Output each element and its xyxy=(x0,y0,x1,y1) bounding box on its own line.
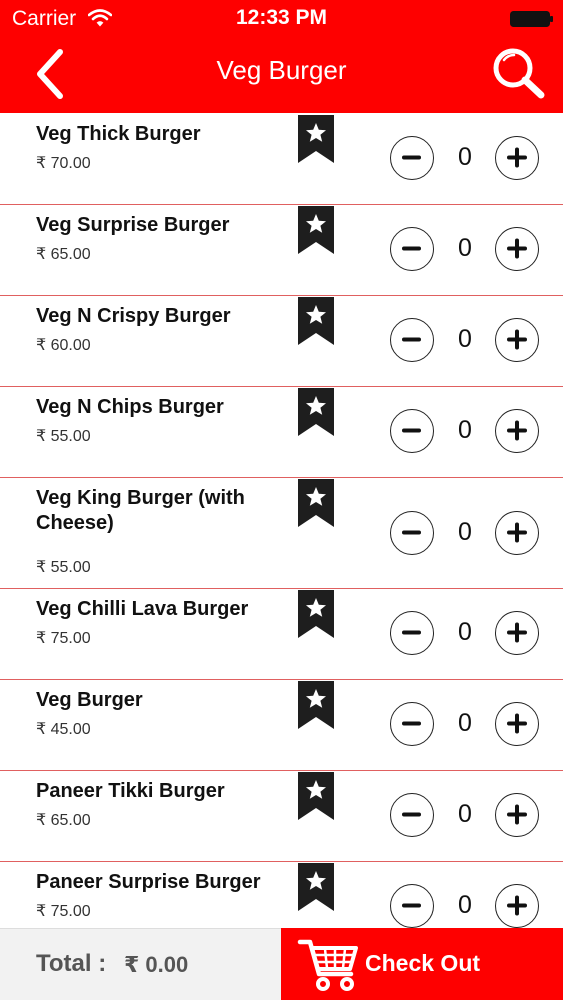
bottom-bar: Total : ₹ 0.00 Check Out xyxy=(0,928,563,1000)
list-item: Veg Chilli Lava Burger ₹ 75.00 0 xyxy=(0,588,563,680)
item-price: ₹ 45.00 xyxy=(36,721,91,738)
minus-icon xyxy=(402,903,421,908)
item-name: Veg King Burger (with Cheese) xyxy=(36,487,245,534)
total-value: ₹ 0.00 xyxy=(124,952,189,977)
bookmark-star-icon[interactable] xyxy=(298,479,334,527)
bookmark-star-icon[interactable] xyxy=(298,206,334,254)
decrement-button[interactable] xyxy=(390,702,434,746)
plus-icon xyxy=(507,147,527,168)
plus-icon xyxy=(507,713,527,734)
minus-icon xyxy=(402,155,421,160)
item-price: ₹ 75.00 xyxy=(36,630,91,647)
item-name: Veg Burger xyxy=(36,689,143,711)
search-button[interactable] xyxy=(486,42,550,102)
product-list[interactable]: Veg Thick Burger ₹ 70.00 0 Veg Surprise Bur… xyxy=(0,113,563,928)
increment-button[interactable] xyxy=(495,409,539,453)
clock: 12:33 PM xyxy=(235,6,328,29)
item-name: Veg Chilli Lava Burger xyxy=(36,598,249,620)
item-name: Veg N Chips Burger xyxy=(36,396,224,418)
search-icon xyxy=(493,48,545,99)
battery-icon xyxy=(510,11,553,27)
decrement-button[interactable] xyxy=(390,793,434,837)
bookmark-star-icon[interactable] xyxy=(298,388,334,436)
item-name: Paneer Tikki Burger xyxy=(36,780,225,802)
minus-icon xyxy=(402,630,421,635)
plus-icon xyxy=(507,238,527,259)
list-item: Paneer Surprise Burger ₹ 75.00 0 xyxy=(0,861,563,928)
minus-icon xyxy=(402,428,421,433)
increment-button[interactable] xyxy=(495,318,539,362)
quantity-value: 0 xyxy=(458,234,472,262)
increment-button[interactable] xyxy=(495,136,539,180)
list-item: Veg Surprise Burger ₹ 65.00 0 xyxy=(0,204,563,296)
minus-icon xyxy=(402,812,421,817)
item-price: ₹ 65.00 xyxy=(36,812,91,829)
bookmark-star-icon[interactable] xyxy=(298,863,334,911)
list-item: Veg N Chips Burger ₹ 55.00 0 xyxy=(0,386,563,478)
decrement-button[interactable] xyxy=(390,409,434,453)
item-name: Veg N Crispy Burger xyxy=(36,305,231,327)
list-item: Veg Thick Burger ₹ 70.00 0 xyxy=(0,113,563,205)
list-item: Veg King Burger (with Cheese) ₹ 55.00 0 xyxy=(0,477,563,589)
quantity-value: 0 xyxy=(458,709,472,737)
item-name: Paneer Surprise Burger xyxy=(36,871,261,893)
list-item: Veg N Crispy Burger ₹ 60.00 0 xyxy=(0,295,563,387)
bookmark-star-icon[interactable] xyxy=(298,681,334,729)
total-label: Total : xyxy=(36,950,107,977)
total-area: Total : ₹ 0.00 xyxy=(0,928,281,1000)
item-price: ₹ 55.00 xyxy=(36,559,91,576)
list-item: Paneer Tikki Burger ₹ 65.00 0 xyxy=(0,770,563,862)
plus-icon xyxy=(507,522,527,543)
bookmark-star-icon[interactable] xyxy=(298,115,334,163)
item-price: ₹ 60.00 xyxy=(36,337,91,354)
minus-icon xyxy=(402,337,421,342)
checkout-label: Check Out xyxy=(365,950,481,976)
decrement-button[interactable] xyxy=(390,227,434,271)
top-bar: Carrier 12:33 PM Veg Burger xyxy=(0,0,563,113)
decrement-button[interactable] xyxy=(390,611,434,655)
item-price: ₹ 70.00 xyxy=(36,155,91,172)
decrement-button[interactable] xyxy=(390,136,434,180)
quantity-value: 0 xyxy=(458,143,472,171)
plus-icon xyxy=(507,329,527,350)
shopping-cart-icon xyxy=(297,939,358,991)
increment-button[interactable] xyxy=(495,511,539,555)
increment-button[interactable] xyxy=(495,227,539,271)
bookmark-star-icon[interactable] xyxy=(298,590,334,638)
item-price: ₹ 75.00 xyxy=(36,903,91,920)
status-bar: Carrier 12:33 PM xyxy=(0,0,563,40)
plus-icon xyxy=(507,622,527,643)
plus-icon xyxy=(507,420,527,441)
quantity-value: 0 xyxy=(458,518,472,546)
decrement-button[interactable] xyxy=(390,511,434,555)
item-price: ₹ 65.00 xyxy=(36,246,91,263)
chevron-left-icon xyxy=(37,49,63,99)
back-button[interactable] xyxy=(22,40,82,104)
item-price: ₹ 55.00 xyxy=(36,428,91,445)
bookmark-star-icon[interactable] xyxy=(298,772,334,820)
quantity-value: 0 xyxy=(458,325,472,353)
decrement-button[interactable] xyxy=(390,318,434,362)
minus-icon xyxy=(402,530,421,535)
increment-button[interactable] xyxy=(495,702,539,746)
quantity-value: 0 xyxy=(458,618,472,646)
quantity-value: 0 xyxy=(458,800,472,828)
list-item: Veg Burger ₹ 45.00 0 xyxy=(0,679,563,771)
increment-button[interactable] xyxy=(495,884,539,928)
item-name: Veg Thick Burger xyxy=(36,123,201,145)
checkout-button[interactable]: Check Out xyxy=(281,928,563,1000)
quantity-value: 0 xyxy=(458,416,472,444)
quantity-value: 0 xyxy=(458,891,472,919)
increment-button[interactable] xyxy=(495,793,539,837)
bookmark-star-icon[interactable] xyxy=(298,297,334,345)
increment-button[interactable] xyxy=(495,611,539,655)
item-name: Veg Surprise Burger xyxy=(36,214,230,236)
minus-icon xyxy=(402,721,421,726)
decrement-button[interactable] xyxy=(390,884,434,928)
page-title: Veg Burger xyxy=(216,55,347,85)
minus-icon xyxy=(402,246,421,251)
plus-icon xyxy=(507,804,527,825)
plus-icon xyxy=(507,895,527,916)
